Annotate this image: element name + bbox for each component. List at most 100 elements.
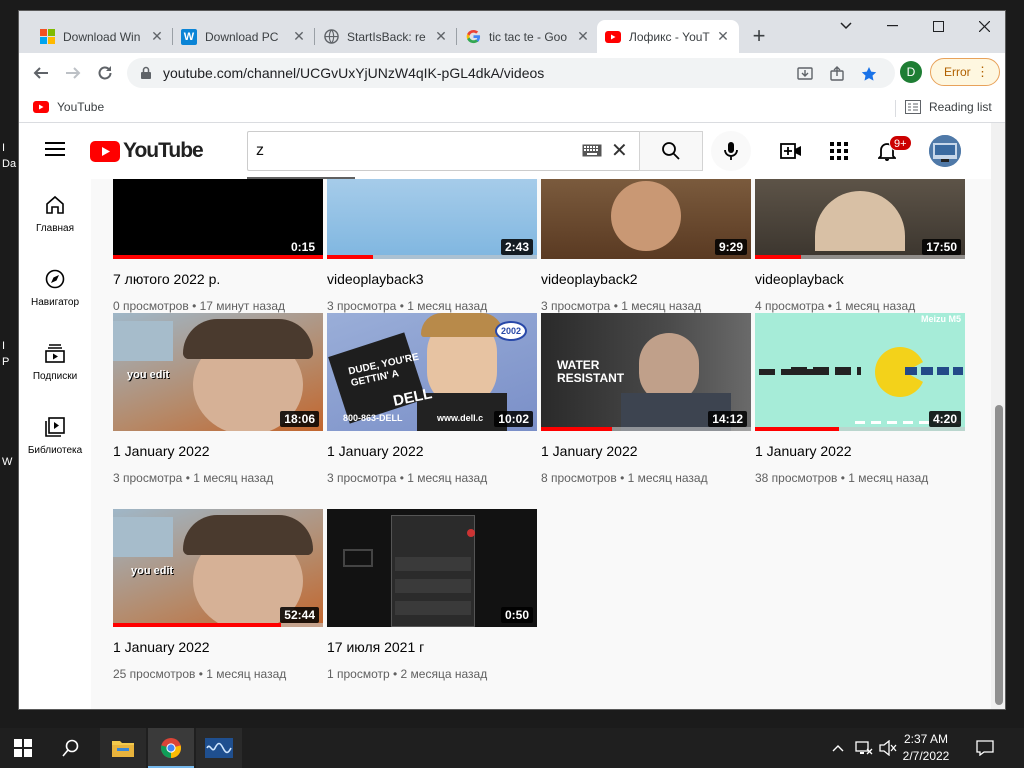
bookmark-star-icon[interactable] [859, 64, 879, 84]
video-title[interactable]: 7 лютого 2022 р. [113, 271, 323, 287]
desktop-icon-label: I [2, 142, 6, 154]
video-card[interactable]: 0:50 17 июля 2021 г 1 просмотр • 2 месяц… [327, 509, 537, 681]
video-card[interactable]: Meizu M5 4:20 1 January 2022 38 просмотр… [755, 313, 965, 485]
youtube-logo[interactable]: YouTube [90, 139, 204, 163]
duration-badge: 2:43 [500, 239, 533, 255]
video-thumbnail[interactable]: 17:50 [755, 179, 965, 259]
video-thumbnail[interactable]: WATER RESISTANT 14:12 [541, 313, 751, 431]
youtube-icon [90, 140, 120, 162]
clock-time: 2:37 AM [903, 732, 949, 746]
sidebar-item-label: Подписки [32, 371, 78, 382]
video-thumbnail[interactable]: Meizu M5 4:20 [755, 313, 965, 431]
page-scrollbar[interactable] [991, 123, 1005, 709]
video-card[interactable]: 9:29 videoplayback2 3 просмотра • 1 меся… [541, 179, 751, 313]
search-icon [662, 142, 680, 160]
taskbar-app[interactable] [196, 728, 242, 768]
video-card[interactable]: WATER RESISTANT 14:12 1 January 2022 8 п… [541, 313, 751, 485]
video-title[interactable]: videoplayback2 [541, 271, 751, 287]
sidebar-item-subscriptions[interactable]: Подписки [19, 327, 91, 401]
account-avatar[interactable] [929, 135, 961, 167]
close-icon[interactable]: ✕ [575, 28, 591, 45]
close-window-button[interactable] [961, 11, 1005, 41]
keyboard-icon[interactable] [582, 144, 602, 157]
install-icon[interactable] [795, 64, 815, 84]
duration-badge: 4:20 [928, 411, 961, 427]
w-icon: W [181, 28, 197, 45]
video-thumbnail[interactable]: you edit 52:44 [113, 509, 323, 627]
video-thumbnail[interactable]: DUDE, YOU'RE GETTIN' A DELL 2002 800-863… [327, 313, 537, 431]
duration-badge: 0:15 [286, 239, 319, 255]
search-button[interactable] [639, 131, 703, 171]
video-title[interactable]: 17 июля 2021 г [327, 639, 537, 655]
watch-progress [755, 255, 802, 259]
desktop-icon-label: I [2, 340, 6, 352]
tab-download-pc[interactable]: W Download PC ✕ [173, 20, 315, 53]
tab-startisback[interactable]: StartIsBack: re ✕ [315, 20, 457, 53]
sidebar-item-library[interactable]: Библиотека [19, 401, 91, 475]
video-card[interactable]: 17:50 videoplayback 4 просмотра • 1 меся… [755, 179, 965, 313]
tab-strip: Download Win ✕ W Download PC ✕ StartIsBa… [19, 11, 1005, 53]
sidebar-item-explore[interactable]: Навигатор [19, 253, 91, 327]
voice-search-button[interactable] [711, 131, 751, 171]
tab-google-search[interactable]: tic tac te - Goo ✕ [457, 20, 599, 53]
show-hidden-icons[interactable] [826, 728, 850, 768]
create-video-icon[interactable] [779, 139, 803, 163]
video-card[interactable]: 2:43 videoplayback3 3 просмотра • 1 меся… [327, 179, 537, 313]
minimize-button[interactable] [869, 11, 915, 41]
network-icon[interactable] [852, 728, 876, 768]
video-thumbnail[interactable]: you edit 18:06 [113, 313, 323, 431]
system-clock[interactable]: 2:37 AM 2/7/2022 [896, 731, 956, 765]
thumbnail-text: you edit [127, 369, 170, 381]
address-bar[interactable]: youtube.com/channel/UCGvUxYjUNzW4qIK-pGL… [127, 58, 895, 88]
video-card[interactable]: 0:15 7 лютого 2022 р. 0 просмотров • 17 … [113, 179, 323, 313]
video-card[interactable]: DUDE, YOU'RE GETTIN' A DELL 2002 800-863… [327, 313, 537, 485]
desktop-icon-label: Da [2, 158, 17, 170]
video-title[interactable]: 1 January 2022 [113, 639, 323, 655]
video-card[interactable]: you edit 52:44 1 January 2022 25 просмот… [113, 509, 323, 681]
close-icon[interactable]: ✕ [291, 28, 307, 45]
chevron-up-icon [832, 745, 844, 752]
profile-avatar[interactable]: D [900, 61, 922, 83]
share-icon[interactable] [827, 64, 847, 84]
notification-icon [976, 740, 994, 756]
bookmark-youtube[interactable]: YouTube [33, 100, 104, 114]
taskbar-search-button[interactable] [48, 728, 94, 768]
start-button[interactable] [0, 728, 46, 768]
video-thumbnail[interactable]: 0:50 [327, 509, 537, 627]
video-title[interactable]: 1 January 2022 [327, 443, 537, 459]
clear-search-icon[interactable]: ✕ [611, 141, 628, 161]
windows-icon [39, 29, 55, 45]
back-button[interactable] [29, 61, 53, 85]
tab-search-icon[interactable] [823, 11, 869, 41]
reload-button[interactable] [93, 61, 117, 85]
video-title[interactable]: 1 January 2022 [541, 443, 751, 459]
scrollbar-thumb[interactable] [995, 405, 1003, 705]
search-input[interactable]: z ✕ [247, 131, 639, 171]
video-thumbnail[interactable]: 0:15 [113, 179, 323, 259]
video-title[interactable]: 1 January 2022 [755, 443, 965, 459]
close-icon[interactable]: ✕ [149, 28, 165, 45]
new-tab-button[interactable]: + [747, 24, 771, 48]
reading-list-button[interactable]: Reading list [905, 100, 992, 114]
tab-download-win[interactable]: Download Win ✕ [31, 20, 173, 53]
apps-grid-icon[interactable] [827, 139, 851, 163]
close-icon[interactable]: ✕ [433, 28, 449, 45]
maximize-button[interactable] [915, 11, 961, 41]
tab-youtube-active[interactable]: Лофикс - YouT ✕ [597, 20, 739, 53]
sidebar-item-home[interactable]: Главная [19, 179, 91, 253]
error-button[interactable]: Error ⋮ [930, 58, 1000, 86]
taskbar-chrome[interactable] [148, 728, 194, 768]
close-icon[interactable]: ✕ [715, 28, 731, 45]
forward-button[interactable] [61, 61, 85, 85]
video-title[interactable]: videoplayback3 [327, 271, 537, 287]
action-center-button[interactable] [962, 728, 1008, 768]
search-value: z [256, 142, 264, 159]
video-title[interactable]: videoplayback [755, 271, 965, 287]
video-thumbnail[interactable]: 2:43 [327, 179, 537, 259]
video-card[interactable]: you edit 18:06 1 January 2022 3 просмотр… [113, 313, 323, 485]
taskbar-file-explorer[interactable] [100, 728, 146, 768]
menu-icon[interactable] [45, 141, 65, 162]
library-icon [45, 417, 65, 437]
video-thumbnail[interactable]: 9:29 [541, 179, 751, 259]
video-title[interactable]: 1 January 2022 [113, 443, 323, 459]
